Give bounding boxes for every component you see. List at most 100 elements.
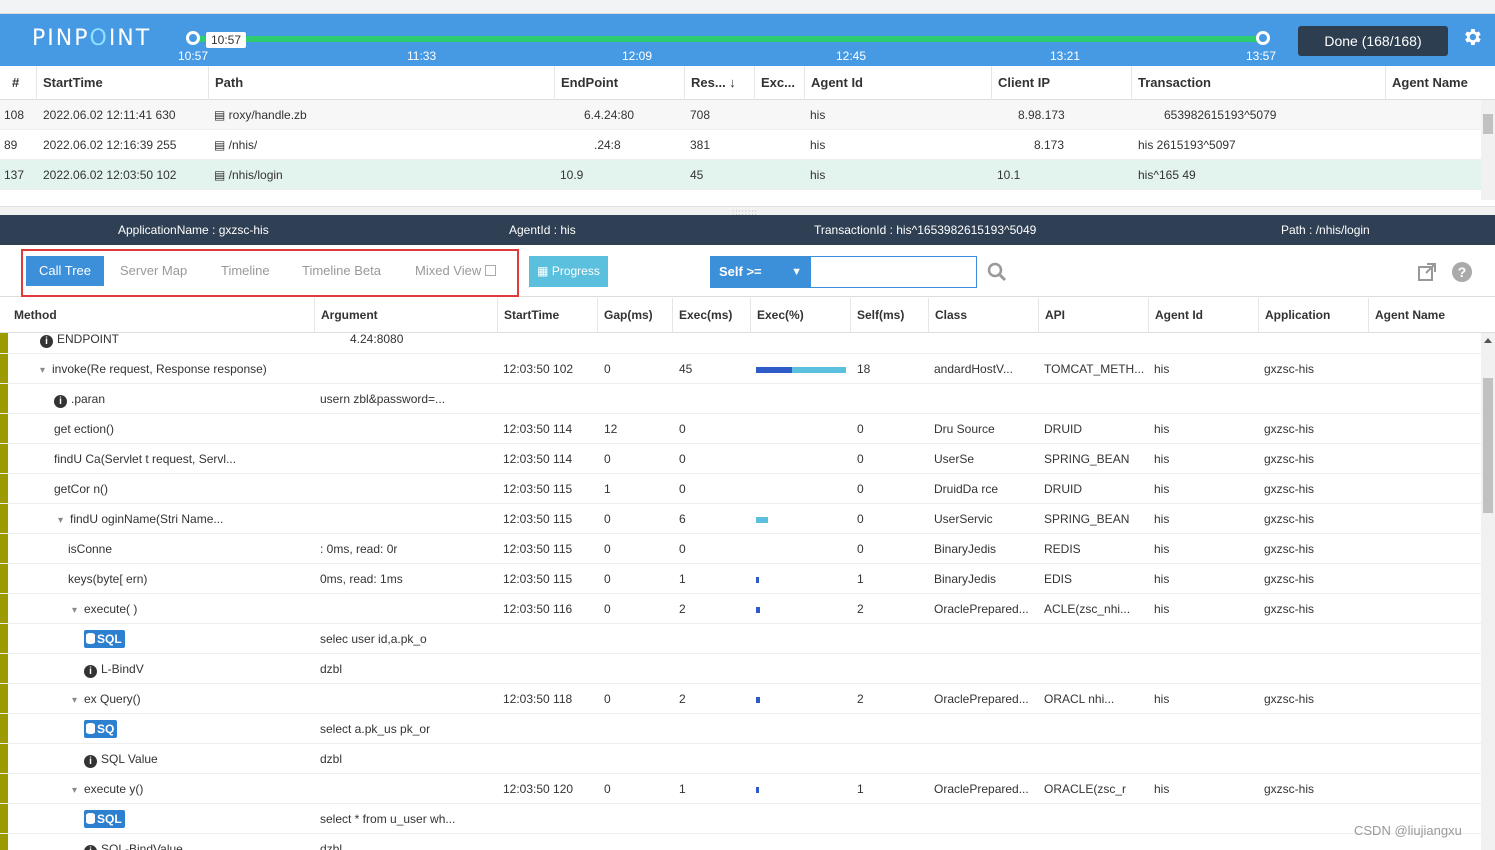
ct-col-method[interactable]: Method xyxy=(8,298,314,333)
list-icon: ▤ xyxy=(214,138,229,152)
calltree-row[interactable]: ▾ execute( ) 12:03:50 116 0 2 2 OraclePrepared… xyxy=(0,594,1481,624)
list-icon: ▤ xyxy=(214,108,229,122)
tab-call-tree[interactable]: Call Tree xyxy=(26,256,105,286)
done-button[interactable]: Done (168/168) xyxy=(1298,26,1448,56)
calltree-row[interactable]: SQL select * from u_user wh... xyxy=(0,804,1481,834)
col-agent-id[interactable]: Agent Id xyxy=(804,66,991,100)
depth-bar xyxy=(0,594,8,623)
pinpoint-logo[interactable]: PINPOINT xyxy=(32,26,151,51)
self-filter-input[interactable] xyxy=(810,256,977,288)
progress-button[interactable]: ▦ Progress xyxy=(529,256,608,287)
tab-timeline[interactable]: Timeline xyxy=(208,256,283,286)
depth-bar xyxy=(0,624,8,653)
col-client-ip[interactable]: Client IP xyxy=(991,66,1131,100)
self-cell: 1 xyxy=(857,572,864,586)
expand-toggle-icon[interactable]: ▾ xyxy=(72,776,84,806)
ct-col-class[interactable]: Class xyxy=(928,298,1038,333)
sql-badge: SQ xyxy=(84,720,118,738)
class-cell: OraclePrepared... xyxy=(934,602,1029,616)
transaction-scrollbar[interactable] xyxy=(1481,100,1495,200)
self-filter-select[interactable]: Self >= ▼ xyxy=(710,256,810,288)
col-starttime[interactable]: StartTime xyxy=(36,66,208,100)
row-endpoint: 10.9 xyxy=(560,168,584,182)
application-cell: gxzsc-his xyxy=(1264,542,1315,556)
gap-cell: 0 xyxy=(604,602,611,616)
calltree-row[interactable]: i L-BindV dzbl xyxy=(0,654,1481,684)
self-percent-bar xyxy=(756,367,792,373)
ct-col-self[interactable]: Self(ms) xyxy=(850,298,928,333)
tab-server-map[interactable]: Server Map xyxy=(107,256,200,286)
expand-toggle-icon[interactable]: ▾ xyxy=(72,686,84,716)
row-num: 89 xyxy=(4,138,18,152)
col-res[interactable]: Res... ↓ xyxy=(684,66,754,100)
col-path[interactable]: Path xyxy=(208,66,554,100)
resize-handle[interactable]: :::::::: xyxy=(0,206,1495,217)
ct-col-api[interactable]: API xyxy=(1038,298,1148,333)
self-cell: 0 xyxy=(857,512,864,526)
calltree-row[interactable]: SQ select a.pk_us pk_or xyxy=(0,714,1481,744)
ct-col-application[interactable]: Application xyxy=(1258,298,1368,333)
application-cell: gxzsc-his xyxy=(1264,362,1315,376)
calltree-row[interactable]: iSQL-BindValue dzbl xyxy=(0,834,1481,850)
method-cell: iSQL-BindValue xyxy=(84,834,312,850)
calltree-row-endpoint[interactable]: i ENDPOINT 4.24:8080 xyxy=(0,333,1481,354)
ct-col-exec-pct[interactable]: Exec(%) xyxy=(750,298,850,333)
database-icon xyxy=(86,723,95,734)
timeline-end-handle[interactable] xyxy=(1256,31,1270,45)
view-toolbar: Call Tree Server Map Timeline Timeline B… xyxy=(0,245,1495,297)
calltree-row[interactable]: getCor n() 12:03:50 115 1 0 0 DruidDa rce DRUI… xyxy=(0,474,1481,504)
transaction-row[interactable]: 108 2022.06.02 12:11:41 630 ▤ roxy/handl… xyxy=(0,100,1495,130)
calltree-row[interactable]: findU Ca(Servlet t request, Servl... 12:0… xyxy=(0,444,1481,474)
tab-timeline-beta[interactable]: Timeline Beta xyxy=(289,256,394,286)
calltree-row[interactable]: ▾ invoke(Re request, Response response) 12… xyxy=(0,354,1481,384)
open-new-window-icon[interactable] xyxy=(1417,262,1437,282)
starttime-cell: 12:03:50 115 xyxy=(503,512,573,526)
calltree-row[interactable]: ▾ ex Query() 12:03:50 118 0 2 2 OraclePrepared… xyxy=(0,684,1481,714)
argument-cell: selec user id,a.pk_o xyxy=(320,632,427,646)
col-exc[interactable]: Exc... xyxy=(754,66,804,100)
ct-col-starttime[interactable]: StartTime xyxy=(497,298,597,333)
col-transaction[interactable]: Transaction xyxy=(1131,66,1385,100)
application-cell: gxzsc-his xyxy=(1264,782,1315,796)
database-icon xyxy=(86,633,95,644)
agent-id-cell: his xyxy=(1154,692,1170,706)
self-cell: 18 xyxy=(857,362,871,376)
row-res: 45 xyxy=(690,168,704,182)
ct-col-exec[interactable]: Exec(ms) xyxy=(672,298,750,333)
timeline-track[interactable] xyxy=(193,36,1263,42)
transaction-row[interactable]: 89 2022.06.02 12:16:39 255 ▤ /nhis/ .24:… xyxy=(0,130,1495,160)
transaction-row-selected[interactable]: 137 2022.06.02 12:03:50 102 ▤ /nhis/logi… xyxy=(0,160,1495,190)
col-num[interactable]: # xyxy=(0,66,36,100)
calltree-row[interactable]: SQL selec user id,a.pk_o xyxy=(0,624,1481,654)
calltree-row[interactable]: i .paran usern zbl&password=... xyxy=(0,384,1481,414)
method-cell: ▾ findU oginName(Stri Name... xyxy=(58,504,312,536)
col-endpoint[interactable]: EndPoint xyxy=(554,66,684,100)
timeline-tick: 13:21 xyxy=(1050,49,1081,63)
ct-col-agent-id[interactable]: Agent Id xyxy=(1148,298,1258,333)
col-agent-name[interactable]: Agent Name xyxy=(1385,66,1481,100)
help-icon[interactable]: ? xyxy=(1452,262,1472,282)
expand-toggle-icon[interactable]: ▾ xyxy=(40,356,52,386)
ct-col-argument[interactable]: Argument xyxy=(314,298,497,333)
search-icon[interactable] xyxy=(987,262,1007,282)
depth-bar xyxy=(0,774,8,803)
calltree-row[interactable]: ▾ execute y() 12:03:50 120 0 1 1 OraclePrepare… xyxy=(0,774,1481,804)
scroll-up-arrow-icon[interactable] xyxy=(1484,338,1492,343)
calltree-row[interactable]: get ection() 12:03:50 114 12 0 0 Dru Source DR… xyxy=(0,414,1481,444)
tab-mixed-view[interactable]: Mixed View xyxy=(402,256,509,286)
calltree-row[interactable]: keys(byte[ ern) 0ms, read: 1ms 12:03:50 11… xyxy=(0,564,1481,594)
depth-bar xyxy=(0,384,8,413)
calltree-row[interactable]: ▾ findU oginName(Stri Name... 12:03:50 115… xyxy=(0,504,1481,534)
calltree-row[interactable]: isConne: 0ms, read: 0r 12:03:50 115 0 0 0 Bin… xyxy=(0,534,1481,564)
timeline-start-handle[interactable] xyxy=(186,31,200,45)
gear-icon[interactable] xyxy=(1461,26,1483,48)
expand-toggle-icon[interactable]: ▾ xyxy=(72,596,84,626)
api-cell: ACLE(zsc_nhi... xyxy=(1044,602,1131,616)
calltree-row[interactable]: i SQL Value dzbl xyxy=(0,744,1481,774)
expand-toggle-icon[interactable]: ▾ xyxy=(58,506,70,536)
ct-col-gap[interactable]: Gap(ms) xyxy=(597,298,672,333)
starttime-cell: 12:03:50 118 xyxy=(503,692,573,706)
ct-col-agent-name[interactable]: Agent Name xyxy=(1368,298,1481,333)
gap-cell: 0 xyxy=(604,782,611,796)
calltree-scrollbar[interactable] xyxy=(1481,333,1495,850)
